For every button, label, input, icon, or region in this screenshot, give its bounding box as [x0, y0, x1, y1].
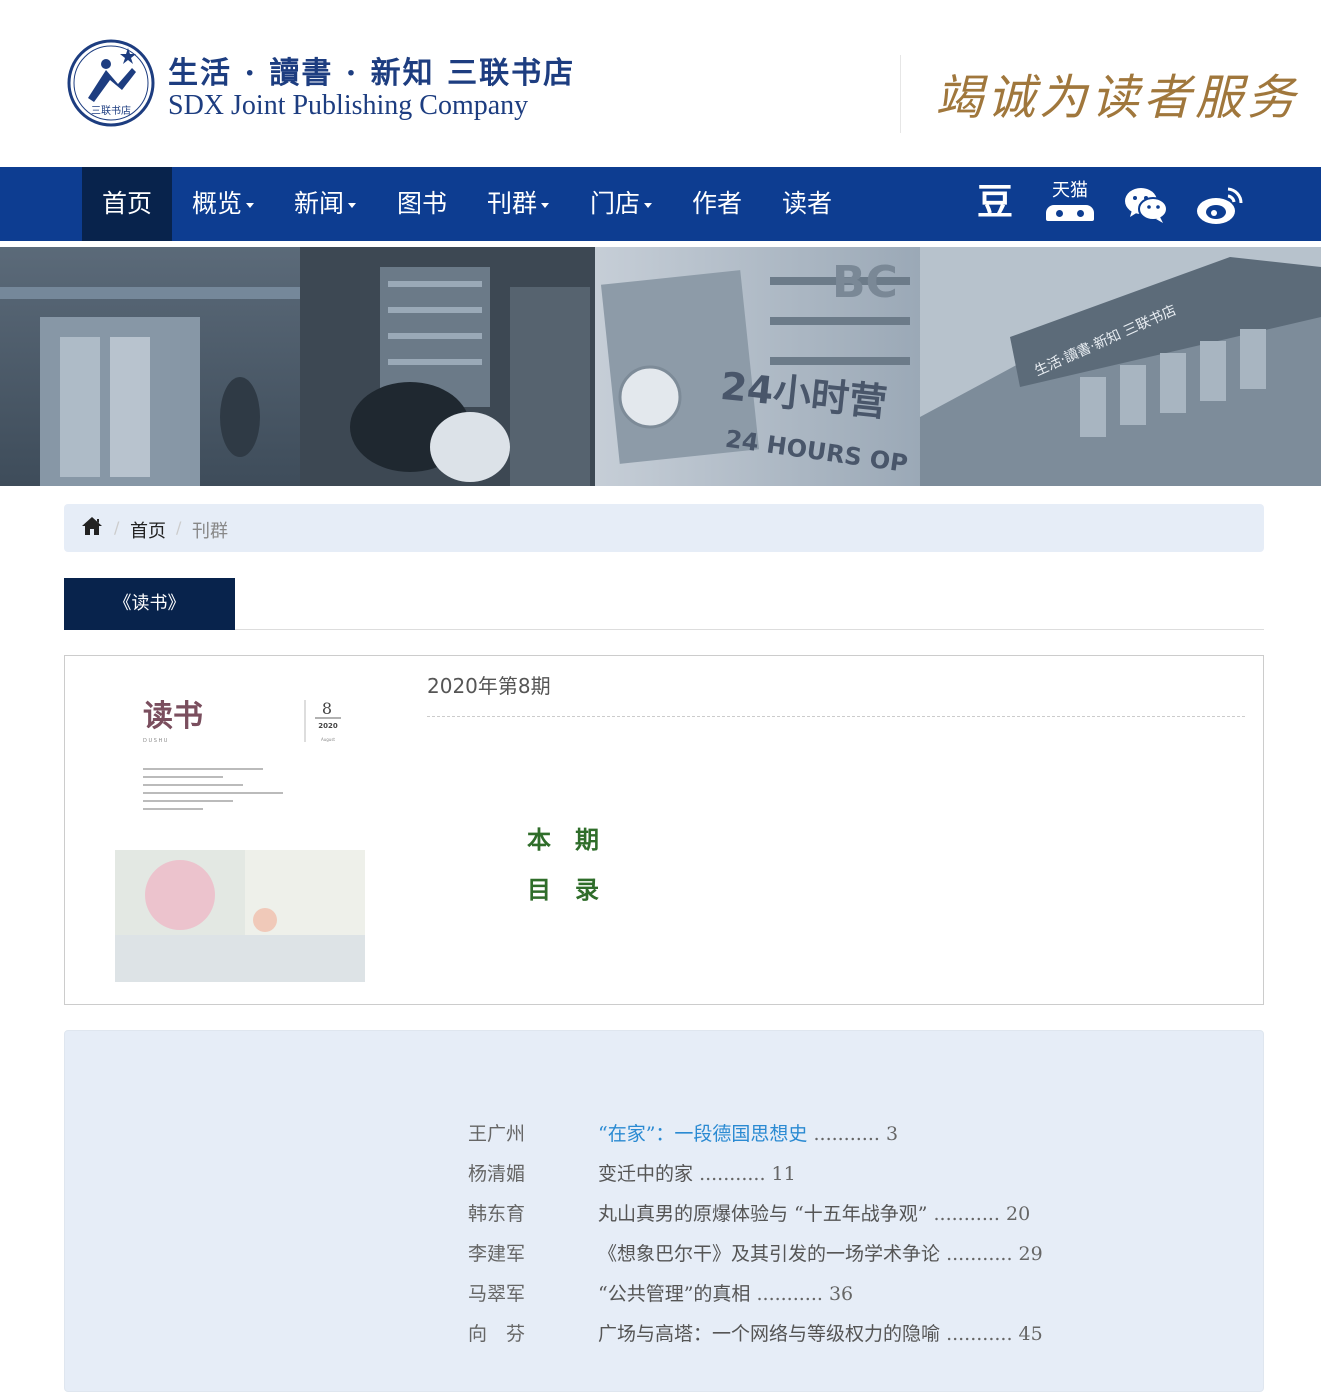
toc-entry: “公共管理”的真相 ........... 36 — [598, 1279, 853, 1306]
cover-number: 8 — [322, 699, 332, 718]
toc-title: 丸山真男的原爆体验与 “十五年战争观” — [598, 1203, 928, 1225]
toc-leader: ........... — [946, 1323, 1013, 1345]
header-divider — [900, 55, 901, 133]
nav-item-readers[interactable]: 读者 — [762, 167, 852, 241]
douban-label: 豆 — [976, 182, 1013, 223]
nav-item-periodicals[interactable]: 刊群 — [467, 167, 569, 241]
tmall-cat-icon — [1046, 205, 1094, 221]
toc-leader: ........... — [946, 1243, 1013, 1265]
toc-entry: 丸山真男的原爆体验与 “十五年战争观” ........... 20 — [598, 1199, 1030, 1226]
tmall-icon[interactable]: 天猫 — [1043, 181, 1097, 227]
nav-item-label: 作者 — [692, 189, 743, 218]
tab-bar — [64, 629, 1264, 630]
toc-entry-link[interactable]: “在家”：一段德国思想史 ........... 3 — [598, 1119, 898, 1146]
cover-masthead: 读书 — [143, 699, 203, 734]
breadcrumb-current: 刊群 — [192, 521, 228, 542]
toc-title: 变迁中的家 — [598, 1163, 694, 1185]
toc-page: 29 — [1018, 1243, 1043, 1265]
sdx-logo-icon[interactable]: 三联书店 — [66, 38, 156, 128]
toc-page: 3 — [885, 1123, 899, 1145]
nav-item-label: 图书 — [397, 189, 448, 218]
toc-author: 马翠军 — [468, 1283, 526, 1305]
cover-year: 2020 — [318, 722, 338, 730]
toc-page: 36 — [828, 1283, 854, 1305]
toc-author: 杨清媚 — [468, 1163, 526, 1185]
nav-item-label: 读者 — [782, 189, 833, 218]
weibo-icon[interactable] — [1195, 181, 1245, 227]
bookstore-photo-collage: 24小时营 24 HOURS OP BC 生活·讀書·新知 三联书店 — [0, 247, 1321, 486]
nav-item-books[interactable]: 图书 — [377, 167, 467, 241]
slogan: 竭诚为读者服务 — [935, 70, 1300, 126]
magazine-cover-image[interactable]: 读书 D U S H U 8 2020 August — [115, 680, 365, 982]
nav-item-label: 门店 — [590, 189, 641, 218]
issue-divider — [427, 716, 1245, 717]
toc-entry: 《想象巴尔干》及其引发的一场学术争论 ........... 29 — [598, 1239, 1043, 1266]
toc-entry: 变迁中的家 ........... 11 — [598, 1159, 796, 1186]
toc-leader: ........... — [699, 1163, 766, 1185]
toc-title: 广场与高塔：一个网络与等级权力的隐喻 — [598, 1323, 941, 1345]
tab-dushu[interactable]: 《读书》 — [64, 578, 235, 630]
toc-entry: 广场与高塔：一个网络与等级权力的隐喻 ........... 45 — [598, 1319, 1043, 1346]
toc-author: 王广州 — [468, 1123, 526, 1145]
nav-item-stores[interactable]: 门店 — [570, 167, 672, 241]
logo-text: 三联书店 — [91, 104, 131, 117]
nav-item-overview[interactable]: 概览 — [172, 167, 274, 241]
issue-title: 2020年第8期 — [427, 674, 551, 698]
douban-icon[interactable]: 豆 — [975, 181, 1015, 227]
brand-english-name: SDX Joint Publishing Company — [168, 90, 529, 121]
toc-title: “公共管理”的真相 — [598, 1283, 751, 1305]
toc-page: 11 — [771, 1163, 796, 1185]
brand-chinese-name: 生活 · 讀書 · 新知 三联书店 — [168, 56, 576, 91]
toc-author: 李建军 — [468, 1243, 526, 1265]
caret-down-icon — [348, 202, 357, 208]
nav-item-label: 新闻 — [294, 189, 345, 218]
cover-month: August — [321, 737, 335, 742]
tmall-label: 天猫 — [1052, 180, 1088, 201]
toc-page: 45 — [1018, 1323, 1043, 1345]
toc-leader: ........... — [813, 1123, 880, 1145]
toc-author: 向 芬 — [468, 1323, 526, 1345]
nav-item-home[interactable]: 首页 — [82, 167, 173, 241]
nav-item-label: 刊群 — [487, 189, 538, 218]
main-navbar: 首页 概览 新闻 图书 刊群 门店 作者 读者 豆 天猫 — [0, 167, 1321, 241]
toc-leader: ........... — [933, 1203, 1000, 1225]
breadcrumb-home-link[interactable]: 首页 — [130, 517, 166, 543]
caret-down-icon — [246, 202, 255, 208]
toc-title: “在家”：一段德国思想史 — [598, 1123, 808, 1145]
nav-item-authors[interactable]: 作者 — [672, 167, 762, 241]
toc-title: 《想象巴尔干》及其引发的一场学术争论 — [598, 1243, 941, 1265]
issue-card: 读书 D U S H U 8 2020 August 2020年第8期 本期 目… — [64, 655, 1264, 1005]
hero-banner: 24小时营 24 HOURS OP BC 生活·讀書·新知 三联书店 — [0, 247, 1321, 486]
nav-item-news[interactable]: 新闻 — [274, 167, 376, 241]
home-icon[interactable] — [80, 514, 104, 538]
breadcrumb-separator: / — [114, 518, 120, 537]
toc-heading-line2: 目录 — [527, 875, 623, 904]
breadcrumb: / 首页 / 刊群 — [64, 504, 1264, 552]
toc-heading-line1: 本期 — [527, 825, 623, 854]
site-header: 三联书店 生活 · 讀書 · 新知 三联书店 SDX Joint Publish… — [0, 0, 1321, 167]
nav-item-label: 首页 — [102, 189, 153, 218]
caret-down-icon — [541, 202, 550, 208]
breadcrumb-separator: / — [176, 518, 182, 537]
banner-bc-text: BC — [832, 257, 898, 308]
nav-item-label: 概览 — [192, 189, 243, 218]
cover-pinyin: D U S H U — [143, 738, 168, 744]
table-of-contents: 王广州 “在家”：一段德国思想史 ........... 3 杨清媚 变迁中的家… — [64, 1030, 1264, 1392]
toc-author: 韩东育 — [468, 1203, 526, 1225]
caret-down-icon — [644, 202, 653, 208]
toc-leader: ........... — [756, 1283, 823, 1305]
toc-page: 20 — [1006, 1203, 1031, 1225]
wechat-icon[interactable] — [1122, 181, 1170, 227]
